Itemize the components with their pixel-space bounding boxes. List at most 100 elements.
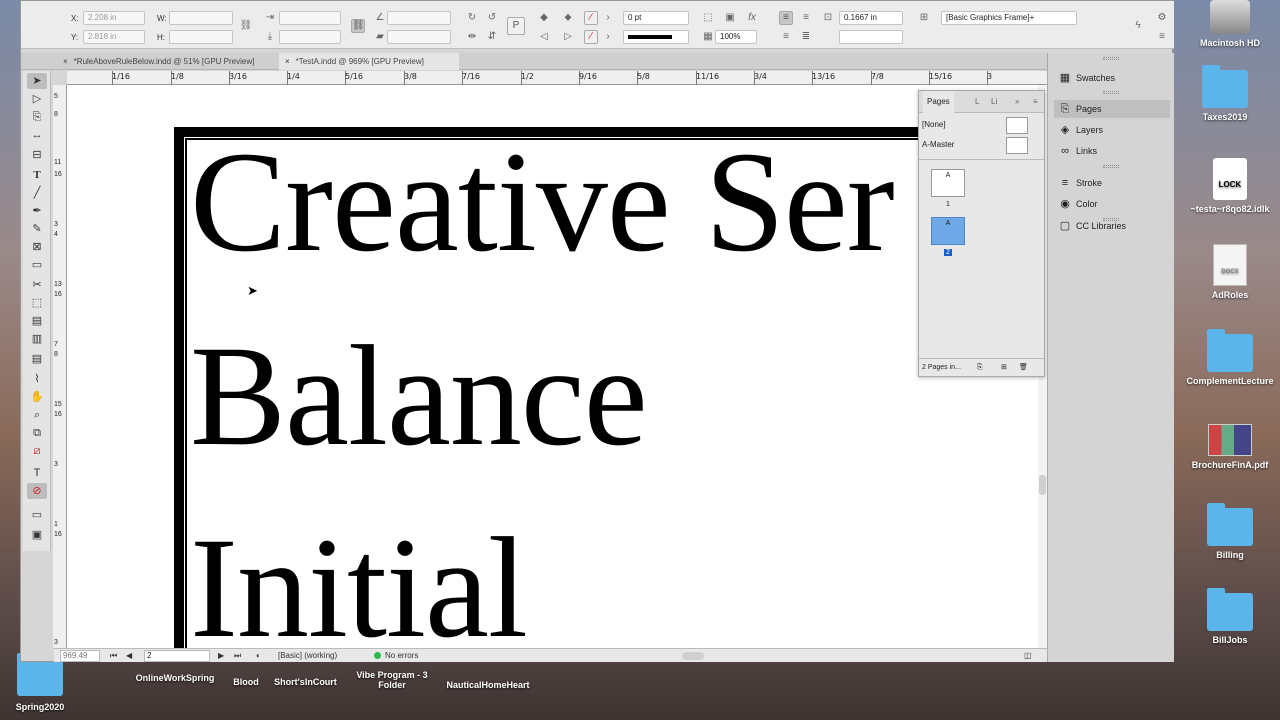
stroke-weight-field[interactable]: 0 pt <box>623 11 689 25</box>
line-tool-icon[interactable]: ╱ <box>27 185 47 201</box>
opacity-field[interactable]: 100% <box>715 30 757 44</box>
select-container-icon[interactable]: ◆ <box>537 11 551 25</box>
scale-x-field[interactable] <box>279 11 341 25</box>
panel-pages[interactable]: ⎘ Pages <box>1054 100 1170 118</box>
gradient-feather-tool-icon[interactable]: ▥ <box>27 331 47 347</box>
panel-cc-libraries[interactable]: ▢ CC Libraries <box>1054 217 1170 235</box>
text-line-initial[interactable]: Initial <box>190 517 528 649</box>
opacity-icon[interactable]: ▦ <box>701 30 715 44</box>
pen-tool-icon[interactable]: ✒ <box>27 203 47 219</box>
tab-pages[interactable]: Pages <box>923 91 954 113</box>
type-tool-icon[interactable]: T <box>27 167 47 183</box>
reference-point-icon[interactable]: P <box>507 17 525 35</box>
panel-layers[interactable]: ◈ Layers <box>1054 121 1170 139</box>
rotate-ccw-icon[interactable]: ↺ <box>485 11 499 25</box>
master-a-row[interactable]: A-Master <box>919 135 1044 155</box>
select-next-icon[interactable]: ▷ <box>561 30 575 44</box>
panel-color[interactable]: ◉ Color <box>1054 195 1170 213</box>
panel-swatches[interactable]: ▦ Swatches <box>1054 69 1170 87</box>
w-field[interactable] <box>169 11 233 25</box>
scale-y-field[interactable] <box>279 30 341 44</box>
preflight-profile[interactable]: [Basic] (working) <box>278 649 337 663</box>
rotate-angle-icon[interactable]: ∠ <box>373 11 387 25</box>
pencil-tool-icon[interactable]: ✎ <box>27 221 47 237</box>
x-field[interactable]: 2.208 in <box>83 11 145 25</box>
screen-mode-icon[interactable]: ▭ <box>27 507 47 523</box>
prev-page-icon[interactable]: ◀ <box>126 649 132 663</box>
hand-tool-icon[interactable]: ✋ <box>27 389 47 405</box>
panel-expand-icon[interactable]: » <box>1015 91 1019 113</box>
error-status[interactable]: No errors <box>374 649 418 663</box>
h-field[interactable] <box>169 30 233 44</box>
direct-selection-tool-icon[interactable]: ▷ <box>27 91 47 107</box>
desktop-billjobs-folder[interactable]: BillJobs <box>1185 588 1275 645</box>
gap-tool-icon[interactable]: ↔ <box>27 127 47 143</box>
scissors-tool-icon[interactable]: ✂ <box>27 277 47 293</box>
select-content-icon[interactable]: ⬥ <box>561 11 575 25</box>
last-page-icon[interactable]: ⏭ <box>234 649 241 663</box>
panel-menu-icon[interactable]: ≡ <box>1155 30 1169 44</box>
formatting-affects-icon[interactable]: T <box>27 465 47 481</box>
eyedropper-tool-icon[interactable]: ⌇ <box>27 371 47 387</box>
desktop-spring-folder[interactable]: Spring2020 <box>0 653 80 712</box>
align-bottom-icon[interactable]: ≡ <box>779 30 793 44</box>
align-center-icon[interactable]: ≡ <box>799 11 813 25</box>
stroke-swatch-icon[interactable]: ∕ <box>584 30 598 44</box>
horizontal-scrollbar-thumb[interactable] <box>682 652 704 660</box>
panel-menu-icon[interactable]: ≡ <box>1033 91 1038 113</box>
free-transform-tool-icon[interactable]: ⬚ <box>27 295 47 311</box>
text-line-creative[interactable]: Creative Ser <box>190 131 895 275</box>
constrain-scale-icon[interactable]: ⛓ <box>351 19 365 33</box>
rectangle-frame-tool-icon[interactable]: ⊠ <box>27 239 47 255</box>
view-mode-icon[interactable]: ▣ <box>27 527 47 543</box>
close-icon[interactable]: × <box>63 57 68 66</box>
fill-swatch-icon[interactable]: ∕ <box>584 11 598 25</box>
close-icon[interactable]: × <box>285 57 290 66</box>
scale-y-icon[interactable]: ⤓ <box>263 30 277 44</box>
desktop-vibe[interactable]: Vibe Program - 3 Folder <box>348 670 436 690</box>
tab-layers[interactable]: L <box>975 91 979 113</box>
delete-page-icon[interactable]: 🗑 <box>1019 359 1028 377</box>
text-line-balance[interactable]: Balance <box>190 325 648 469</box>
rotate-field[interactable] <box>387 11 451 25</box>
zoom-level-field[interactable]: 969.49 <box>60 650 100 662</box>
gradient-swatch-tool-icon[interactable]: ▤ <box>27 313 47 329</box>
tab-links[interactable]: Li <box>991 91 997 113</box>
first-page-icon[interactable]: ⏮ <box>110 649 117 663</box>
page-number-field[interactable]: 2 <box>144 650 210 662</box>
stroke-type-select[interactable] <box>623 30 689 44</box>
rotate-cw-icon[interactable]: ↻ <box>465 11 479 25</box>
note-tool-icon[interactable]: ▤ <box>27 351 47 367</box>
desktop-brochure-pdf[interactable]: BrochureFinA.pdf <box>1185 424 1275 470</box>
split-view-icon[interactable]: ◫ <box>1024 649 1032 663</box>
page-1-thumb[interactable]: A <box>931 169 965 197</box>
edit-page-size-icon[interactable]: ⎘ <box>977 359 983 377</box>
preflight-icon[interactable]: ◐ <box>256 649 261 663</box>
panel-links[interactable]: ∞ Links <box>1054 142 1170 160</box>
selection-tool-icon[interactable]: ➤ <box>27 73 47 89</box>
fill-dropdown-icon[interactable]: › <box>601 11 615 25</box>
desktop-nautical[interactable]: NauticalHomeHeart <box>440 680 536 690</box>
scale-x-icon[interactable]: ⇥ <box>263 11 277 25</box>
text-inset-icon[interactable]: ⊡ <box>821 11 835 25</box>
settings-gear-icon[interactable]: ⚙ <box>1155 11 1169 25</box>
quick-apply-icon[interactable]: ϟ <box>1131 19 1145 33</box>
select-previous-icon[interactable]: ◁ <box>537 30 551 44</box>
desktop-taxes-folder[interactable]: Taxes2019 <box>1180 65 1270 122</box>
content-collector-icon[interactable]: ⊟ <box>27 147 47 163</box>
desktop-blood[interactable]: Blood <box>226 677 266 687</box>
desktop-complement-folder[interactable]: ComplementLecture <box>1185 329 1275 386</box>
constrain-proportions-icon[interactable]: ⛓ <box>239 19 253 33</box>
next-page-icon[interactable]: ▶ <box>218 649 224 663</box>
tab-rule-above[interactable]: × *RuleAboveRuleBelow.indd @ 51% [GPU Pre… <box>57 53 277 70</box>
scrollbar-thumb[interactable] <box>1039 475 1046 495</box>
inset-field[interactable]: 0.1667 in <box>839 11 903 25</box>
fill-stroke-icon[interactable]: ⧄ <box>27 443 47 459</box>
object-style-icon[interactable]: ⊞ <box>917 11 931 25</box>
new-page-icon[interactable]: ⊞ <box>1001 359 1007 377</box>
align-top-icon[interactable]: ≡ <box>779 11 793 25</box>
desktop-macintosh-hd[interactable]: Macintosh HD <box>1185 0 1275 48</box>
default-colors-icon[interactable]: ⧉ <box>27 425 47 441</box>
desktop-onlinework[interactable]: OnlineWorkSpring <box>125 673 225 683</box>
justify-icon[interactable]: ≣ <box>799 30 813 44</box>
